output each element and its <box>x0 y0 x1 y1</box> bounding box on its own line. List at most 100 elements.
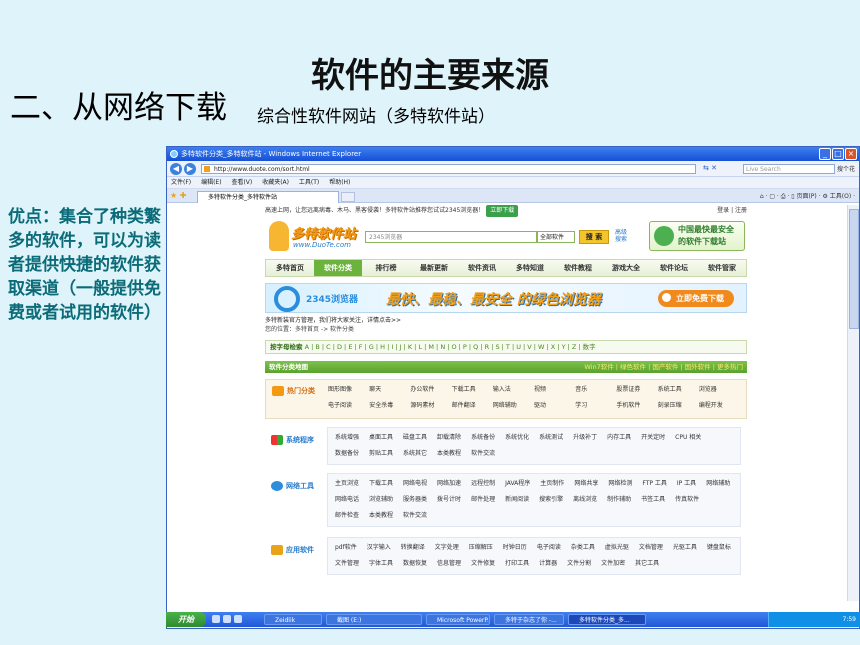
category-link[interactable]: 视频 <box>534 384 575 393</box>
minimize-button[interactable]: _ <box>819 148 831 160</box>
nav-item[interactable]: 排行榜 <box>362 260 410 276</box>
notice-download-button[interactable]: 立即下载 <box>486 205 519 217</box>
category-link[interactable]: 图形图像 <box>328 384 369 393</box>
address-input[interactable]: http://www.duote.com/sort.html <box>201 164 696 174</box>
category-link[interactable]: 数据备份 <box>335 446 359 462</box>
category-link[interactable]: 其它工具 <box>635 556 659 572</box>
nav-item[interactable]: 软件论坛 <box>650 260 698 276</box>
category-link[interactable]: 时钟日历 <box>503 540 527 556</box>
category-link[interactable]: 音乐 <box>575 384 616 393</box>
category-link[interactable]: IP 工具 <box>677 476 696 492</box>
category-link[interactable]: 网络辅助 <box>493 400 534 409</box>
search-provider[interactable]: 搜个花 <box>837 164 855 173</box>
menu-favorites[interactable]: 收藏夹(A) <box>262 179 289 186</box>
menu-edit[interactable]: 编辑(E) <box>201 179 221 186</box>
quick-launch-icon[interactable] <box>223 615 231 623</box>
nav-item[interactable]: 软件教程 <box>554 260 602 276</box>
alphabet-letters[interactable]: A | B | C | D | E | F | G | H | I | J | … <box>305 343 596 351</box>
category-link[interactable]: 系统其它 <box>403 446 427 462</box>
category-link[interactable]: 汉字输入 <box>367 540 391 556</box>
nav-item[interactable]: 游戏大全 <box>602 260 650 276</box>
search-button[interactable]: 搜 索 <box>579 230 609 244</box>
site-search-input[interactable]: 2345浏览器 <box>365 231 537 243</box>
category-link[interactable]: 系统增强 <box>335 430 359 446</box>
live-search-input[interactable]: Live Search <box>743 164 835 174</box>
category-link[interactable]: 文件加密 <box>601 556 625 572</box>
category-link[interactable]: pdf软件 <box>335 540 357 556</box>
browser-ad-banner[interactable]: 2345浏览器 最快、最稳、最安全 的绿色浏览器 立即免费下载 <box>265 283 747 313</box>
menu-file[interactable]: 文件(F) <box>171 179 191 186</box>
category-link[interactable]: 卸载清除 <box>437 430 461 446</box>
category-link[interactable]: 剪贴工具 <box>369 446 393 462</box>
category-link[interactable]: 系统工具 <box>658 384 699 393</box>
menu-help[interactable]: 帮助(H) <box>329 179 350 186</box>
nav-item[interactable]: 多特知道 <box>506 260 554 276</box>
category-link[interactable]: 远程控制 <box>471 476 495 492</box>
category-link[interactable]: 浏览辅助 <box>369 492 393 508</box>
category-link[interactable]: 主页浏览 <box>335 476 359 492</box>
category-link[interactable]: 文件管理 <box>335 556 359 572</box>
advanced-search-link[interactable]: 高级搜索 <box>615 229 627 243</box>
category-link[interactable]: 数据恢复 <box>403 556 427 572</box>
category-link[interactable]: 书签工具 <box>641 492 665 508</box>
category-link[interactable]: 信息管理 <box>437 556 461 572</box>
clock[interactable]: 7:59 <box>843 616 856 623</box>
category-link[interactable]: 本类教程 <box>369 508 393 524</box>
nav-item[interactable]: 软件分类 <box>314 260 362 276</box>
category-link[interactable]: 光驱工具 <box>673 540 697 556</box>
category-link[interactable]: 网络辅助 <box>706 476 730 492</box>
category-link[interactable]: 软件交流 <box>471 446 495 462</box>
category-link[interactable]: 邮件检查 <box>335 508 359 524</box>
category-link[interactable]: 字体工具 <box>369 556 393 572</box>
category-link[interactable]: 软件交流 <box>403 508 427 524</box>
category-link[interactable]: 传真软件 <box>675 492 699 508</box>
category-link[interactable]: 驱动 <box>534 400 575 409</box>
category-link[interactable]: 网络共享 <box>574 476 598 492</box>
category-link[interactable]: 服务器类 <box>403 492 427 508</box>
category-link[interactable]: 转换翻译 <box>401 540 425 556</box>
category-link[interactable]: 虚拟光驱 <box>605 540 629 556</box>
taskbar-task[interactable]: Microsoft PowerP... <box>426 614 490 625</box>
category-link[interactable]: 拨号计时 <box>437 492 461 508</box>
refresh-stop-icons[interactable]: ⇆ ✕ <box>703 164 717 172</box>
category-link[interactable]: 电子阅读 <box>537 540 561 556</box>
category-link[interactable]: 打印工具 <box>505 556 529 572</box>
start-button[interactable]: 开始 <box>166 612 206 627</box>
category-link[interactable]: 系统备份 <box>471 430 495 446</box>
category-link[interactable]: 文档管理 <box>639 540 663 556</box>
category-link[interactable]: 手机软件 <box>616 400 657 409</box>
category-link[interactable]: FTP 工具 <box>642 476 667 492</box>
site-logo[interactable]: 多特软件站 www.DuoTe.com <box>269 219 359 255</box>
taskbar-task[interactable]: 多特软件分类_多... <box>568 614 646 625</box>
nav-item[interactable]: 多特首页 <box>266 260 314 276</box>
category-link[interactable]: 下载工具 <box>452 384 493 393</box>
category-link[interactable]: 搜索引擎 <box>539 492 563 508</box>
back-button[interactable]: ◀ <box>170 163 182 175</box>
banner-download-button[interactable]: 立即免费下载 <box>658 290 734 307</box>
category-link[interactable]: 下载工具 <box>369 476 393 492</box>
category-link[interactable]: 压缩解压 <box>469 540 493 556</box>
category-link[interactable]: 编程开发 <box>699 400 740 409</box>
category-link[interactable]: 杂类工具 <box>571 540 595 556</box>
window-titlebar[interactable]: 多特软件分类_多特软件站 - Windows Internet Explorer… <box>167 147 859 161</box>
category-link[interactable]: 邮件处理 <box>471 492 495 508</box>
category-map-links[interactable]: Win7软件 | 绿色软件 | 国产软件 | 国外软件 | 更多热门 <box>584 361 743 373</box>
menu-view[interactable]: 查看(V) <box>231 179 252 186</box>
category-link[interactable]: 电子阅读 <box>328 400 369 409</box>
category-link[interactable]: 新闻阅读 <box>505 492 529 508</box>
scroll-thumb[interactable] <box>849 209 859 329</box>
nav-item[interactable]: 软件管家 <box>698 260 746 276</box>
category-link[interactable]: 系统测试 <box>539 430 563 446</box>
category-select[interactable]: 全部软件 <box>537 231 575 243</box>
category-link[interactable]: 网络检测 <box>608 476 632 492</box>
category-link[interactable]: 桌面工具 <box>369 430 393 446</box>
category-link[interactable]: 制作辅助 <box>607 492 631 508</box>
category-link[interactable]: 磁盘工具 <box>403 430 427 446</box>
menu-tools[interactable]: 工具(T) <box>299 179 319 186</box>
category-link[interactable]: 文件修复 <box>471 556 495 572</box>
nav-item[interactable]: 软件资讯 <box>458 260 506 276</box>
category-link[interactable]: 办公软件 <box>410 384 451 393</box>
category-link[interactable]: 开关定时 <box>641 430 665 446</box>
vertical-scrollbar[interactable] <box>847 205 859 601</box>
category-link[interactable]: 安全杀毒 <box>369 400 410 409</box>
